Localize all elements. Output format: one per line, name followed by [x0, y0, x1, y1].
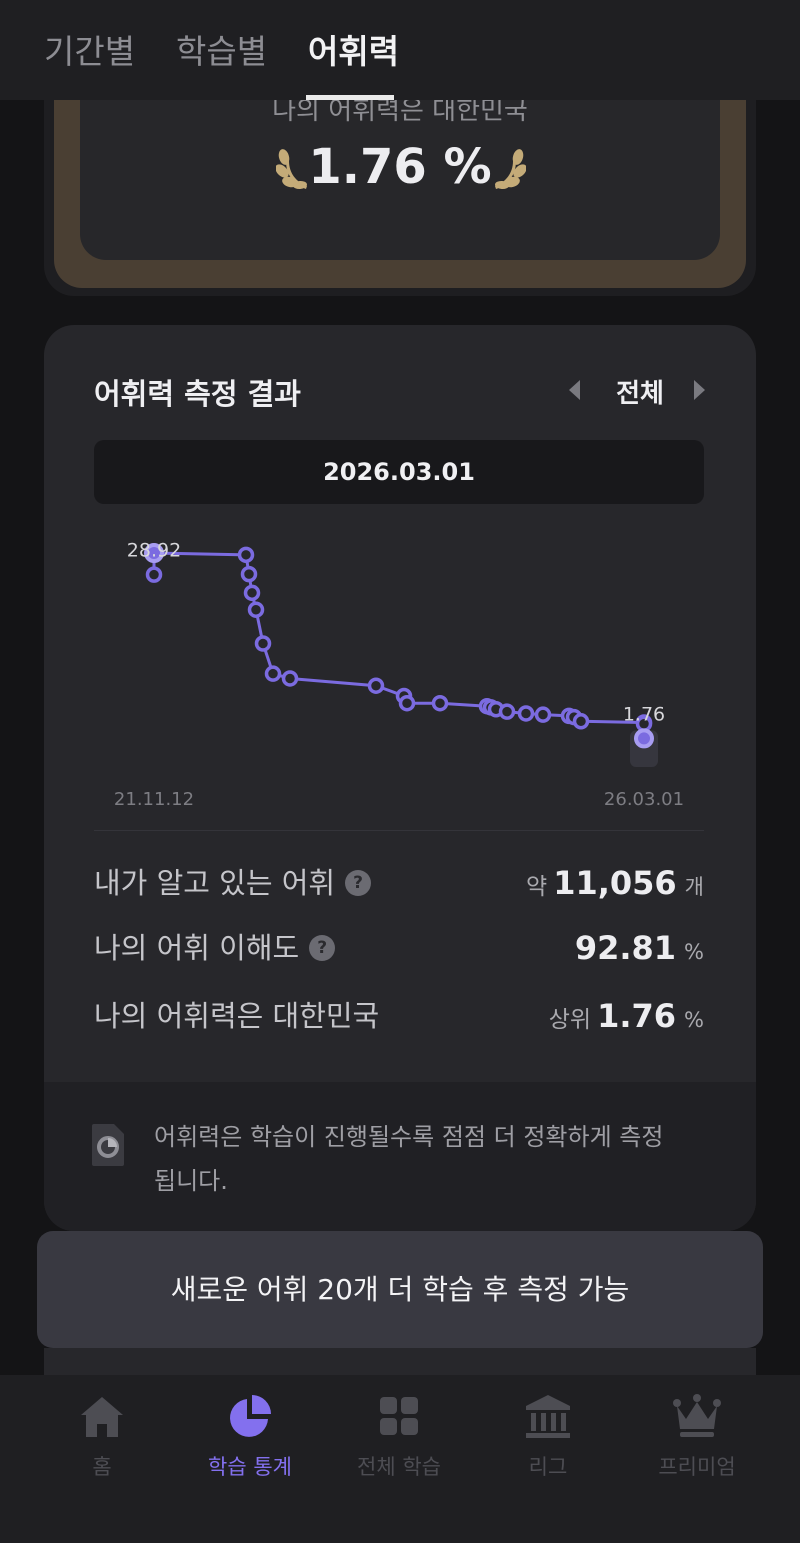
tab-study[interactable]: 학습별 — [176, 30, 267, 74]
data-point — [431, 694, 449, 712]
nav-label: 리그 — [528, 1455, 568, 1479]
data-point — [572, 713, 590, 730]
first-point-label: 28.92 — [127, 540, 181, 562]
stat-prefix: 약 — [526, 874, 548, 900]
data-point — [240, 565, 258, 583]
bank-icon — [526, 1395, 570, 1438]
divider — [94, 830, 704, 831]
stat-unit: 개 — [684, 875, 704, 899]
period-selector[interactable]: 전체 — [604, 373, 676, 410]
nav-premium[interactable]: 프리미엄 — [617, 1393, 777, 1503]
grid-icon — [380, 1397, 418, 1435]
crown-icon — [673, 1394, 721, 1437]
data-point — [243, 584, 261, 602]
data-point — [145, 566, 163, 583]
nav-study-stats[interactable]: 학습 통계 — [170, 1393, 330, 1503]
data-point — [634, 728, 654, 749]
laurel-right-icon — [495, 149, 526, 190]
tab-period[interactable]: 기간별 — [44, 30, 135, 74]
stat-unit: % — [684, 1008, 704, 1032]
nav-league[interactable]: 리그 — [468, 1393, 628, 1503]
stat-label: 내가 알고 있는 어휘 — [94, 866, 336, 900]
chevron-right-icon[interactable] — [688, 377, 710, 403]
stat-national-rank: 나의 어휘력은 대한민국 상위 1.76% — [94, 993, 704, 1039]
data-point — [264, 665, 282, 682]
chart-document-icon — [92, 1124, 124, 1166]
nav-all-study[interactable]: 전체 학습 — [319, 1393, 479, 1503]
data-point — [398, 694, 416, 712]
data-point — [254, 635, 272, 652]
data-point — [367, 677, 385, 694]
measure-availability-button[interactable]: 새로운 어휘 20개 더 학습 후 측정 가능 — [37, 1231, 763, 1348]
data-point — [534, 706, 552, 723]
card-title: 어휘력 측정 결과 — [94, 377, 301, 411]
nav-label: 프리미엄 — [658, 1455, 736, 1479]
vocab-result-card: 어휘력 측정 결과 전체 2026.03.01 28.92 1.76 21.11.1… — [44, 325, 756, 1231]
laurel-left-icon — [276, 149, 307, 190]
bottom-nav: 홈 학습 통계 전체 학습 리그 프리미엄 — [0, 1375, 800, 1543]
stat-value: 11,056 — [553, 864, 677, 902]
x-tick-label: 21.11.12 — [114, 789, 194, 810]
nav-label: 학습 통계 — [208, 1455, 292, 1479]
vocab-line-chart[interactable]: 28.92 1.76 21.11.12 26.03.01 — [44, 505, 756, 815]
top-tab-bar: 기간별 학습별 어휘력 — [0, 0, 800, 100]
accuracy-notice: 어휘력은 학습이 진행될수록 점점 더 정확하게 측정됩니다. — [44, 1082, 756, 1231]
stat-comprehension: 나의 어휘 이해도? 92.81% — [94, 925, 704, 971]
data-point — [281, 670, 299, 687]
rank-value: 1.76 % — [308, 139, 492, 195]
x-tick-label: 26.03.01 — [604, 789, 684, 810]
stat-label: 나의 어휘 이해도 — [94, 931, 300, 965]
nav-home[interactable]: 홈 — [22, 1393, 182, 1503]
data-point — [247, 601, 265, 618]
active-tab-indicator — [306, 95, 394, 100]
notice-text: 어휘력은 학습이 진행될수록 점점 더 정확하게 측정됩니다. — [154, 1123, 664, 1195]
nav-label: 전체 학습 — [357, 1455, 441, 1479]
stat-unit: % — [684, 940, 704, 964]
home-icon — [81, 1397, 123, 1437]
vocab-stats-page: 나의 어휘력은 대한민국 1.76 % 기간별 학습별 어휘력 어휘력 측정 결… — [0, 0, 800, 1543]
help-icon[interactable]: ? — [309, 935, 336, 961]
stat-prefix: 상위 — [548, 1007, 592, 1033]
data-point — [498, 703, 516, 720]
pie-chart-icon — [230, 1395, 271, 1437]
stat-label: 나의 어휘력은 대한민국 — [94, 999, 380, 1033]
data-point — [517, 705, 535, 722]
help-icon[interactable]: ? — [345, 870, 372, 896]
chevron-left-icon[interactable] — [564, 377, 586, 403]
stat-value: 1.76 — [597, 997, 677, 1035]
stat-value: 92.81 — [574, 929, 677, 967]
nav-label: 홈 — [92, 1455, 112, 1479]
tab-vocabulary[interactable]: 어휘력 — [308, 30, 399, 74]
stat-known-words: 내가 알고 있는 어휘? 약 11,056 개 — [94, 860, 704, 906]
last-point-label: 1.76 — [623, 703, 665, 725]
selected-date: 2026.03.01 — [94, 440, 704, 504]
data-point — [237, 546, 255, 564]
